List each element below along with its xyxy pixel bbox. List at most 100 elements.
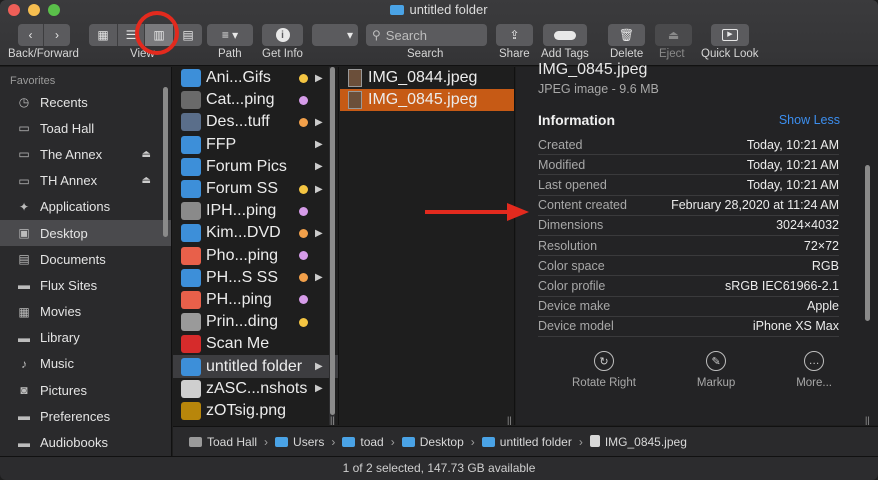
sidebar-item[interactable]: ▬ Audiobooks	[0, 429, 171, 455]
camera-icon: ◙	[20, 383, 28, 398]
list-item-label: zOTsig.png	[206, 401, 287, 419]
list-item[interactable]: FFP ▶	[173, 134, 338, 156]
file-icon	[181, 290, 201, 309]
add-tags-button[interactable]	[543, 24, 587, 46]
sidebar-item[interactable]: ▤ Documents	[0, 246, 171, 272]
list-item[interactable]: IPH...ping	[173, 200, 338, 222]
sidebar-item[interactable]: ▬ Flux Sites	[0, 272, 171, 298]
breadcrumb-item[interactable]: Desktop	[401, 434, 464, 449]
chevron-right-icon: ▶	[315, 227, 323, 239]
list-item[interactable]: Forum Pics ▶	[173, 156, 338, 178]
sidebar-item[interactable]: ♪ Music	[0, 351, 171, 377]
sidebar-item[interactable]: ▭ The Annex ⏏	[0, 141, 171, 167]
column-untitled-folder-list: IMG_0844.jpeg IMG_0845.jpeg	[340, 67, 514, 111]
column-scrollbar[interactable]	[330, 67, 335, 415]
search-label: Search	[407, 48, 444, 60]
sidebar-item-label: Movies	[40, 304, 82, 320]
list-item[interactable]: IMG_0844.jpeg	[340, 67, 514, 89]
delete-button[interactable]: 🗑	[608, 24, 645, 46]
eject-icon[interactable]: ⏏	[142, 175, 151, 186]
sidebar-item[interactable]: ▬ Library	[0, 325, 171, 351]
eject-icon[interactable]: ⏏	[142, 149, 151, 160]
list-item[interactable]: PH...ping	[173, 289, 338, 311]
quick-look-button[interactable]: ▶	[711, 24, 749, 46]
file-icon	[181, 357, 201, 376]
icon-view-button[interactable]: ▦	[89, 24, 118, 46]
disk-icon: ▭	[18, 173, 30, 188]
forward-button[interactable]: ›	[44, 24, 70, 46]
list-item[interactable]: PH...S SS ▶	[173, 267, 338, 289]
more-button[interactable]: … More...	[796, 351, 832, 389]
get-info-button[interactable]: i	[262, 24, 303, 46]
sidebar-item[interactable]: ▦ Movies	[0, 299, 171, 325]
list-item[interactable]: Ani...Gifs ▶	[173, 67, 338, 89]
list-item[interactable]: Forum SS ▶	[173, 178, 338, 200]
sidebar-item[interactable]: ✦ Applications	[0, 194, 171, 220]
sidebar-item[interactable]: ◷ Recents	[0, 89, 171, 115]
list-item[interactable]: Prin...ding	[173, 311, 338, 333]
sidebar-scrollbar[interactable]	[163, 87, 168, 237]
sidebar-list: ◷ Recents ▭ Toad Hall ▭ The Annex ⏏ ▭ TH Annex ⏏ ✦…	[0, 89, 171, 456]
tag-dot	[299, 273, 308, 283]
markup-button[interactable]: ✎ Markup	[697, 351, 735, 389]
clock-icon: ◷	[18, 95, 30, 110]
list-item-label: Scan Me	[206, 335, 270, 353]
action-menu-button[interactable]: ▾	[312, 24, 358, 46]
breadcrumb-item[interactable]: Users	[275, 435, 324, 449]
sidebar-item[interactable]: ▣ Desktop	[0, 219, 171, 247]
sidebar-item-label: Toad Hall	[40, 120, 95, 136]
list-item[interactable]: IMG_0845.jpeg	[340, 89, 514, 111]
metadata-key: Modified	[538, 157, 586, 172]
rotate-right-icon: ↻	[593, 351, 614, 371]
more-icon: …	[804, 351, 825, 371]
metadata-key: Color profile	[538, 278, 606, 293]
list-item-label: zASC...nshots	[206, 379, 308, 397]
file-icon	[181, 69, 201, 88]
list-item[interactable]: Des...tuff ▶	[173, 111, 338, 133]
breadcrumb-label: Users	[293, 434, 325, 449]
folder-icon	[390, 5, 405, 15]
list-item[interactable]: Scan Me	[173, 333, 338, 355]
list-item[interactable]: Kim...DVD ▶	[173, 222, 338, 244]
list-item-label: Forum Pics	[206, 157, 287, 175]
search-field[interactable]: ⚲ Search	[366, 24, 487, 46]
image-file-icon	[589, 434, 600, 447]
list-item[interactable]: Pho...ping	[173, 245, 338, 267]
sidebar-item-label: Audiobooks	[40, 435, 108, 451]
eye-icon: ▶	[722, 29, 738, 41]
metadata-value: Apple	[807, 299, 839, 314]
breadcrumb-item[interactable]: IMG_0845.jpeg	[589, 434, 687, 449]
sidebar-item[interactable]: ▬ Preferences	[0, 403, 171, 429]
column-resize-handle[interactable]: ||	[507, 415, 512, 425]
chevron-right-icon: ▶	[315, 161, 323, 173]
list-item-label: PH...S SS	[206, 268, 279, 286]
breadcrumb-label: Desktop	[419, 434, 464, 449]
preview-scrollbar[interactable]	[865, 165, 870, 321]
rotate-right-button[interactable]: ↻ Rotate Right	[572, 351, 636, 389]
list-item[interactable]: zOTsig.png	[173, 400, 338, 422]
add-tags-label: Add Tags	[541, 48, 589, 60]
sidebar-item-label: Applications	[40, 199, 111, 215]
list-item[interactable]: zASC...nshots ▶	[173, 378, 338, 400]
show-less-link[interactable]: Show Less	[779, 113, 840, 127]
eject-button[interactable]: ⏏	[655, 24, 692, 46]
back-button[interactable]: ‹	[18, 24, 44, 46]
column-resize-handle[interactable]: ||	[865, 415, 870, 425]
finder-window: untitled folder ‹ › Back/Forward ▦ ☰ ▥ ▤…	[0, 0, 878, 480]
share-label: Share	[499, 48, 530, 60]
list-item-label: FFP	[206, 135, 237, 153]
share-button[interactable]: ⇪	[496, 24, 533, 46]
sidebar-item[interactable]: ▭ Toad Hall	[0, 115, 171, 141]
sidebar-item-label: Pictures	[40, 382, 87, 398]
breadcrumb-item[interactable]: Toad Hall	[189, 435, 257, 449]
tag-dot	[299, 117, 308, 127]
sidebar-item[interactable]: ◙ Pictures	[0, 377, 171, 403]
breadcrumb-item[interactable]: toad	[342, 435, 384, 449]
sidebar-item[interactable]: ▭ TH Annex ⏏	[0, 168, 171, 194]
list-item[interactable]: untitled folder ▶	[173, 355, 338, 378]
list-item-label: untitled folder	[206, 357, 303, 375]
breadcrumb-item[interactable]: untitled folder	[481, 435, 572, 449]
path-button[interactable]: ≡ ▾	[207, 24, 253, 46]
list-item[interactable]: Cat...ping	[173, 89, 338, 111]
column-resize-handle[interactable]: ||	[330, 415, 335, 425]
